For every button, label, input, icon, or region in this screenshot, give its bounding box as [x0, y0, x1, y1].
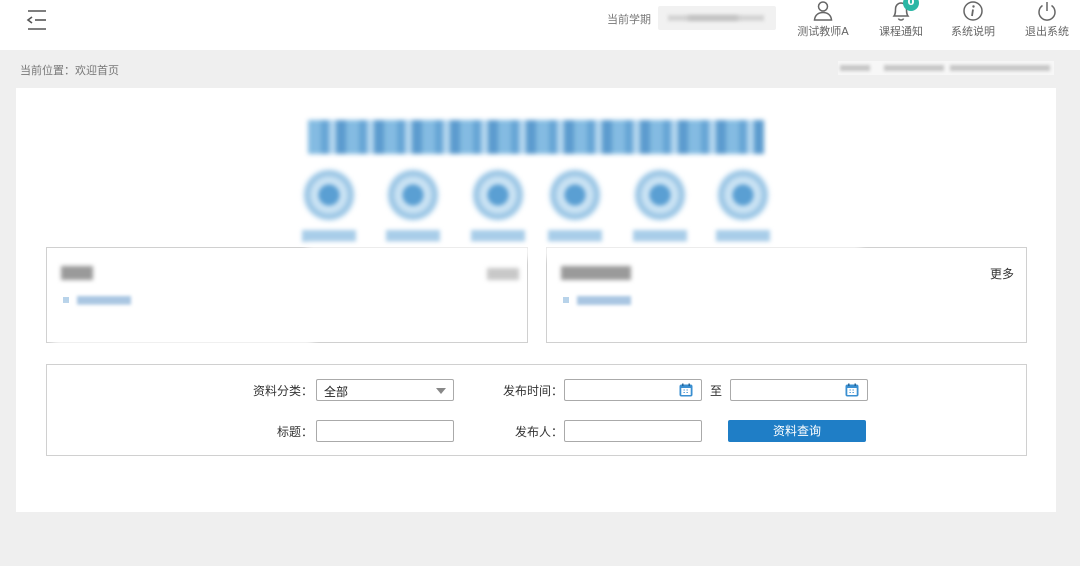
publisher-input[interactable]	[564, 420, 702, 442]
publish-time-end-input[interactable]	[730, 379, 868, 401]
list-bullet	[563, 297, 569, 303]
module-label	[633, 230, 687, 242]
power-icon	[1035, 0, 1059, 22]
system-banner-title	[308, 120, 764, 154]
current-term-selector[interactable]	[658, 6, 776, 30]
news-more-link[interactable]: 更多	[990, 265, 1014, 282]
module-icon[interactable]	[386, 168, 440, 222]
date-range-separator: 至	[710, 384, 723, 398]
main-panel: 更多 资料分类： 全部 发布时间： 至 标题： 发布人： 资料查询	[16, 88, 1056, 512]
material-query-button[interactable]: 资料查询	[728, 420, 866, 442]
material-search-form: 资料分类： 全部 发布时间： 至 标题： 发布人： 资料查询	[46, 364, 1027, 456]
module-icon[interactable]	[471, 168, 525, 222]
module-icon[interactable]	[716, 168, 770, 222]
publisher-label: 发布人：	[514, 425, 563, 439]
category-label: 资料分类：	[252, 384, 313, 398]
teacher-profile-button[interactable]: 测试教师A	[784, 0, 862, 46]
list-bullet	[63, 297, 69, 303]
logout-button[interactable]: 退出系统	[1008, 0, 1080, 46]
menu-collapse-icon[interactable]	[24, 8, 50, 32]
calendar-icon[interactable]	[845, 383, 859, 397]
news-box: 更多	[541, 244, 1027, 343]
news-title	[561, 266, 631, 280]
announcement-title	[61, 266, 93, 280]
teacher-name: 测试教师A	[797, 25, 849, 38]
system-help-button[interactable]: 系统说明	[934, 0, 1012, 46]
breadcrumb: 当前位置：欢迎首页	[20, 64, 119, 77]
publish-time-start-input[interactable]	[564, 379, 702, 401]
module-label	[302, 230, 356, 242]
info-icon	[961, 0, 985, 22]
category-selected-value: 全部	[324, 385, 349, 399]
current-term-label: 当前学期	[607, 13, 651, 26]
module-icon[interactable]	[302, 168, 356, 222]
course-notice-button[interactable]: 0 课程通知	[862, 0, 940, 46]
module-icon[interactable]	[633, 168, 687, 222]
top-header: 当前学期 测试教师A 0 课程通知 系统说明 退出系统	[0, 0, 1080, 50]
module-label	[716, 230, 770, 242]
module-label	[386, 230, 440, 242]
module-label	[471, 230, 525, 242]
title-input[interactable]	[316, 420, 454, 442]
logout-label: 退出系统	[1025, 25, 1069, 38]
announcement-more-link[interactable]	[487, 268, 519, 280]
category-select[interactable]: 全部	[316, 379, 454, 401]
calendar-icon[interactable]	[679, 383, 693, 397]
chevron-down-icon	[436, 388, 446, 394]
announcement-item[interactable]	[77, 296, 131, 305]
module-icon[interactable]	[548, 168, 602, 222]
title-label: 标题：	[276, 425, 313, 439]
notice-count-badge: 0	[903, 0, 919, 11]
publish-time-label: 发布时间：	[502, 384, 563, 398]
module-label	[548, 230, 602, 242]
news-item[interactable]	[577, 296, 631, 305]
user-icon	[811, 0, 835, 22]
welcome-info	[838, 61, 1054, 75]
announcement-box	[46, 244, 537, 348]
course-notice-label: 课程通知	[879, 25, 923, 38]
system-help-label: 系统说明	[951, 25, 995, 38]
